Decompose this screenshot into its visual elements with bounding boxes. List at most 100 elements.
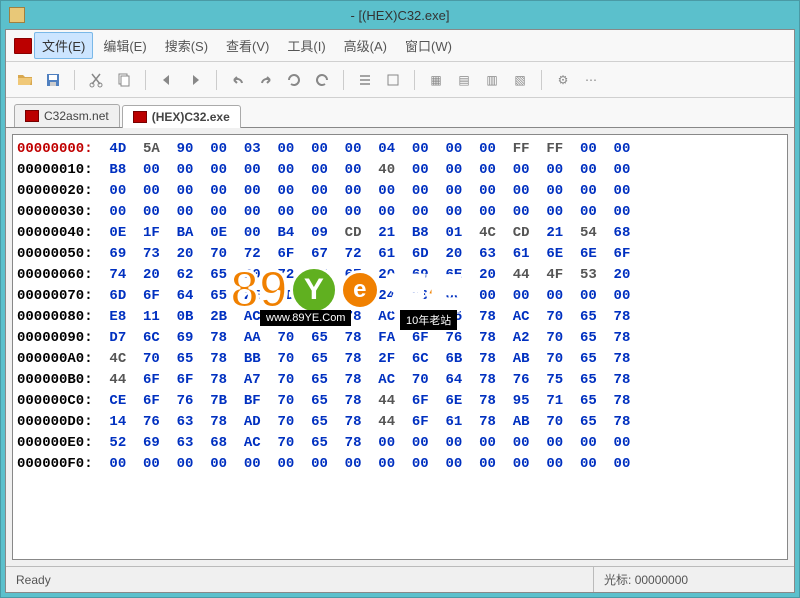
tab-file-icon [133, 111, 147, 123]
back-button[interactable] [156, 69, 178, 91]
hex-row[interactable]: 00000070: 6D 6F 64 65 2E 0D 0D 0A 24 00 … [17, 286, 783, 307]
hex-row[interactable]: 00000000: 4D 5A 90 00 03 00 00 00 04 00 … [17, 139, 783, 160]
menu-item-0[interactable]: 文件(E) [34, 32, 93, 59]
menu-item-2[interactable]: 搜索(S) [157, 32, 216, 59]
hex-byte: 52 [101, 435, 135, 451]
hex-byte: 63 [168, 414, 202, 430]
hex-byte: 00 [572, 204, 606, 220]
hex-address: 000000F0: [17, 456, 101, 472]
hex-row[interactable]: 000000D0: 14 76 63 78 AD 70 65 78 44 6F … [17, 412, 783, 433]
copy-button[interactable] [113, 69, 135, 91]
hex-row[interactable]: 00000020: 00 00 00 00 00 00 00 00 00 00 … [17, 181, 783, 202]
hex-byte: 54 [572, 225, 606, 241]
app-icon [9, 7, 25, 23]
open-button[interactable] [14, 69, 36, 91]
hex-row[interactable]: 00000040: 0E 1F BA 0E 00 B4 09 CD 21 B8 … [17, 223, 783, 244]
hex-row[interactable]: 000000C0: CE 6F 76 7B BF 70 65 78 44 6F … [17, 391, 783, 412]
hex-row[interactable]: 00000080: E8 11 0B 2B AC 70 65 78 AC 70 … [17, 307, 783, 328]
hex-byte: 78 [471, 372, 505, 388]
hex-byte: 78 [471, 351, 505, 367]
undo-button[interactable] [227, 69, 249, 91]
redo-button[interactable] [255, 69, 277, 91]
hex-byte: 00 [135, 183, 169, 199]
hex-row[interactable]: 00000060: 74 20 62 65 20 72 75 6E 20 69 … [17, 265, 783, 286]
hex-byte: 01 [437, 225, 471, 241]
hex-byte: 70 [538, 351, 572, 367]
tab-1[interactable]: (HEX)C32.exe [122, 105, 241, 128]
grid2-button[interactable]: ▤ [453, 69, 475, 91]
hex-byte: 00 [135, 204, 169, 220]
hex-byte: 78 [336, 414, 370, 430]
save-button[interactable] [42, 69, 64, 91]
hex-byte: 00 [471, 183, 505, 199]
hex-row[interactable]: 00000030: 00 00 00 00 00 00 00 00 00 00 … [17, 202, 783, 223]
grid1-button[interactable]: ▦ [425, 69, 447, 91]
hex-byte: 65 [572, 372, 606, 388]
hex-byte: 76 [504, 372, 538, 388]
hex-byte: 00 [504, 162, 538, 178]
refresh2-button[interactable] [311, 69, 333, 91]
hex-row[interactable]: 00000050: 69 73 20 70 72 6F 67 72 61 6D … [17, 244, 783, 265]
hex-byte: 6E [437, 267, 471, 283]
hex-byte: 44 [504, 267, 538, 283]
cut-button[interactable] [85, 69, 107, 91]
hex-byte: 67 [303, 246, 337, 262]
hex-byte: 62 [168, 267, 202, 283]
hex-byte: 00 [269, 456, 303, 472]
hex-byte: 00 [572, 183, 606, 199]
more-button[interactable]: ⋯ [580, 69, 602, 91]
hex-byte: 95 [504, 393, 538, 409]
tab-label: C32asm.net [44, 109, 109, 123]
hex-byte: 00 [370, 204, 404, 220]
hex-byte: 68 [605, 225, 639, 241]
hex-byte: 6F [404, 330, 438, 346]
hex-byte: 00 [168, 204, 202, 220]
gear-button[interactable]: ⚙ [552, 69, 574, 91]
hex-byte: 20 [605, 267, 639, 283]
hex-byte: 4F [538, 267, 572, 283]
menu-item-6[interactable]: 窗口(W) [397, 32, 460, 59]
hex-byte: CD [336, 225, 370, 241]
hex-byte: 75 [303, 267, 337, 283]
hex-row[interactable]: 000000A0: 4C 70 65 78 BB 70 65 78 2F 6C … [17, 349, 783, 370]
titlebar[interactable]: - [(HEX)C32.exe] [1, 1, 799, 29]
hex-byte: 6F [269, 246, 303, 262]
tool-button[interactable] [382, 69, 404, 91]
grid3-button[interactable]: ▥ [481, 69, 503, 91]
hex-view[interactable]: 00000000: 4D 5A 90 00 03 00 00 00 04 00 … [12, 134, 788, 560]
hex-byte: 00 [437, 183, 471, 199]
hex-byte: 78 [605, 309, 639, 325]
hex-byte: 6F [135, 288, 169, 304]
hex-byte: 78 [336, 393, 370, 409]
forward-button[interactable] [184, 69, 206, 91]
hex-byte: 70 [404, 372, 438, 388]
refresh-button[interactable] [283, 69, 305, 91]
menu-item-1[interactable]: 编辑(E) [95, 32, 154, 59]
hex-byte: 00 [269, 141, 303, 157]
hex-byte: 21 [370, 225, 404, 241]
menu-item-3[interactable]: 查看(V) [218, 32, 277, 59]
hex-byte: 72 [235, 246, 269, 262]
hex-row[interactable]: 00000010: B8 00 00 00 00 00 00 00 40 00 … [17, 160, 783, 181]
hex-byte: 70 [538, 309, 572, 325]
hex-byte: 78 [605, 372, 639, 388]
hex-byte: 00 [202, 141, 236, 157]
menu-item-4[interactable]: 工具(I) [279, 32, 333, 59]
hex-row[interactable]: 00000090: D7 6C 69 78 AA 70 65 78 FA 6F … [17, 328, 783, 349]
hex-byte: 00 [471, 456, 505, 472]
list-button[interactable] [354, 69, 376, 91]
menu-item-5[interactable]: 高级(A) [336, 32, 395, 59]
grid4-button[interactable]: ▧ [509, 69, 531, 91]
hex-byte: 78 [605, 351, 639, 367]
hex-byte: 65 [572, 351, 606, 367]
hex-byte: 0A [336, 288, 370, 304]
tab-0[interactable]: C32asm.net [14, 104, 120, 127]
hex-byte: 00 [437, 162, 471, 178]
hex-byte: 09 [303, 225, 337, 241]
hex-byte: 00 [269, 183, 303, 199]
hex-byte: 65 [202, 267, 236, 283]
hex-row[interactable]: 000000B0: 44 6F 6F 78 A7 70 65 78 AC 70 … [17, 370, 783, 391]
hex-row[interactable]: 000000F0: 00 00 00 00 00 00 00 00 00 00 … [17, 454, 783, 475]
hex-byte: 00 [235, 204, 269, 220]
hex-row[interactable]: 000000E0: 52 69 63 68 AC 70 65 78 00 00 … [17, 433, 783, 454]
